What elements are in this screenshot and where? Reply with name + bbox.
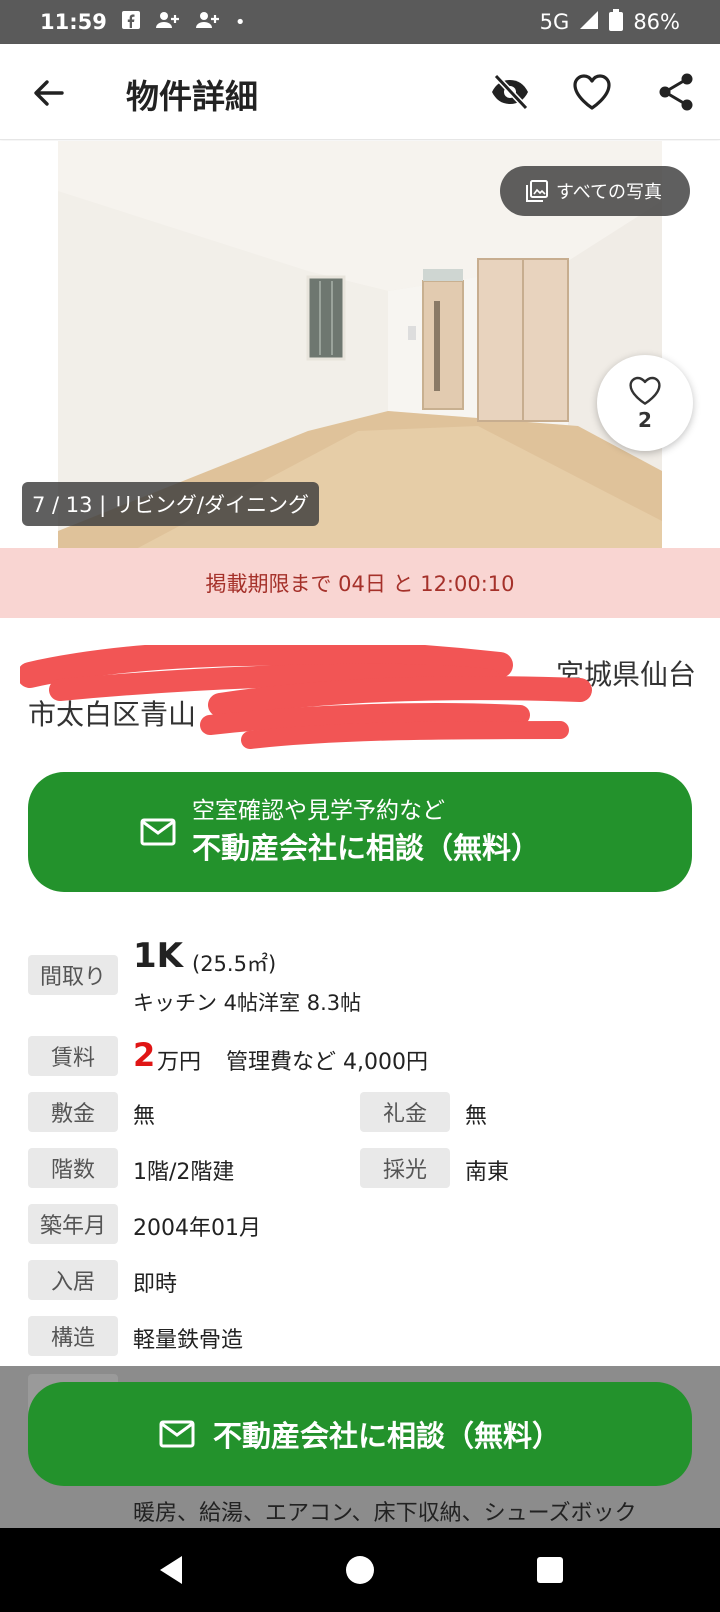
layout-area: (25.5㎡) [192, 952, 277, 976]
management-fee: 管理費など 4,000円 [226, 1050, 428, 1075]
structure-value: 軽量鉄骨造 [133, 1328, 244, 1353]
key-money-label: 礼金 [360, 1092, 450, 1132]
facilities-line-2: 暖房、給湯、エアコン、床下収納、シューズボック [133, 1501, 637, 1526]
circle-home-icon [346, 1556, 374, 1584]
bottom-consult-label: 不動産会社に相談（無料） [212, 1419, 561, 1453]
floor-label: 階数 [28, 1148, 118, 1188]
app-screen: 11:59 • 5G 86% 物件詳細 すべての写真 7 / 13 | リビング… [0, 0, 720, 1612]
notification-dot: • [234, 11, 246, 33]
gallery-icon [526, 180, 548, 202]
redaction-scribble [20, 645, 592, 749]
consult-main-label: 不動産会社に相談（無料） [192, 831, 541, 865]
photo-gallery[interactable]: すべての写真 7 / 13 | リビング/ダイニング [0, 141, 720, 548]
page-title: 物件詳細 [126, 77, 258, 116]
light-value: 南東 [465, 1160, 510, 1185]
consult-sub-label: 空室確認や見学予約など [192, 798, 445, 824]
facebook-icon [121, 10, 141, 35]
nav-back-button[interactable] [152, 1550, 192, 1590]
nav-home-button[interactable] [340, 1550, 380, 1590]
nav-recents-button[interactable] [530, 1550, 570, 1590]
layout-detail: キッチン 4帖洋室 8.3帖 [133, 991, 362, 1015]
deposit-label: 敷金 [28, 1092, 118, 1132]
add-person-icon [155, 10, 181, 35]
favorite-button[interactable] [570, 70, 614, 114]
back-arrow-icon [34, 80, 64, 106]
layout-label: 間取り [28, 955, 118, 995]
bottom-consult-button[interactable]: 不動産会社に相談（無料） [28, 1382, 692, 1486]
battery-icon [609, 8, 624, 36]
listing-deadline-banner: 掲載期限まで 04日 と 12:00:10 [0, 548, 720, 618]
light-label: 採光 [360, 1148, 450, 1188]
deadline-text: 掲載期限まで 04日 と 12:00:10 [205, 572, 515, 596]
network-label: 5G [539, 10, 570, 34]
status-time: 11:59 [40, 10, 107, 34]
built-value: 2004年01月 [133, 1216, 261, 1241]
signal-icon [579, 10, 599, 35]
structure-label: 構造 [28, 1316, 118, 1356]
add-person-icon-2 [195, 10, 221, 35]
move-in-label: 入居 [28, 1260, 118, 1300]
rent-unit: 万円 [157, 1050, 202, 1075]
back-button[interactable] [28, 72, 70, 114]
layout-value: 1K [133, 936, 184, 976]
square-recents-icon [537, 1557, 563, 1583]
share-icon [659, 73, 693, 111]
battery-level: 86% [633, 10, 680, 34]
heart-icon [573, 74, 611, 110]
eye-off-icon [492, 73, 529, 111]
consult-agent-button[interactable]: 空室確認や見学予約など 不動産会社に相談（無料） [28, 772, 692, 892]
like-button[interactable]: 2 [597, 355, 693, 451]
deposit-value: 無 [133, 1104, 156, 1129]
mail-icon [159, 1420, 195, 1448]
all-photos-label: すべての写真 [556, 182, 663, 203]
app-header: 物件詳細 [0, 44, 720, 140]
hide-button[interactable] [488, 70, 532, 114]
heart-icon [629, 376, 661, 405]
system-nav-bar [0, 1528, 720, 1612]
share-button[interactable] [654, 70, 698, 114]
built-label: 築年月 [28, 1204, 118, 1244]
like-count: 2 [638, 408, 652, 432]
mail-icon [140, 818, 176, 846]
floor-value: 1階/2階建 [133, 1160, 235, 1185]
all-photos-button[interactable]: すべての写真 [500, 166, 690, 216]
move-in-value: 即時 [133, 1272, 178, 1297]
status-bar: 11:59 • 5G 86% [0, 0, 720, 44]
triangle-back-icon [160, 1556, 182, 1584]
photo-caption: 7 / 13 | リビング/ダイニング [22, 482, 320, 526]
rent-label: 賃料 [28, 1036, 118, 1076]
rent-number: 2 [133, 1036, 156, 1074]
key-money-value: 無 [465, 1104, 488, 1129]
